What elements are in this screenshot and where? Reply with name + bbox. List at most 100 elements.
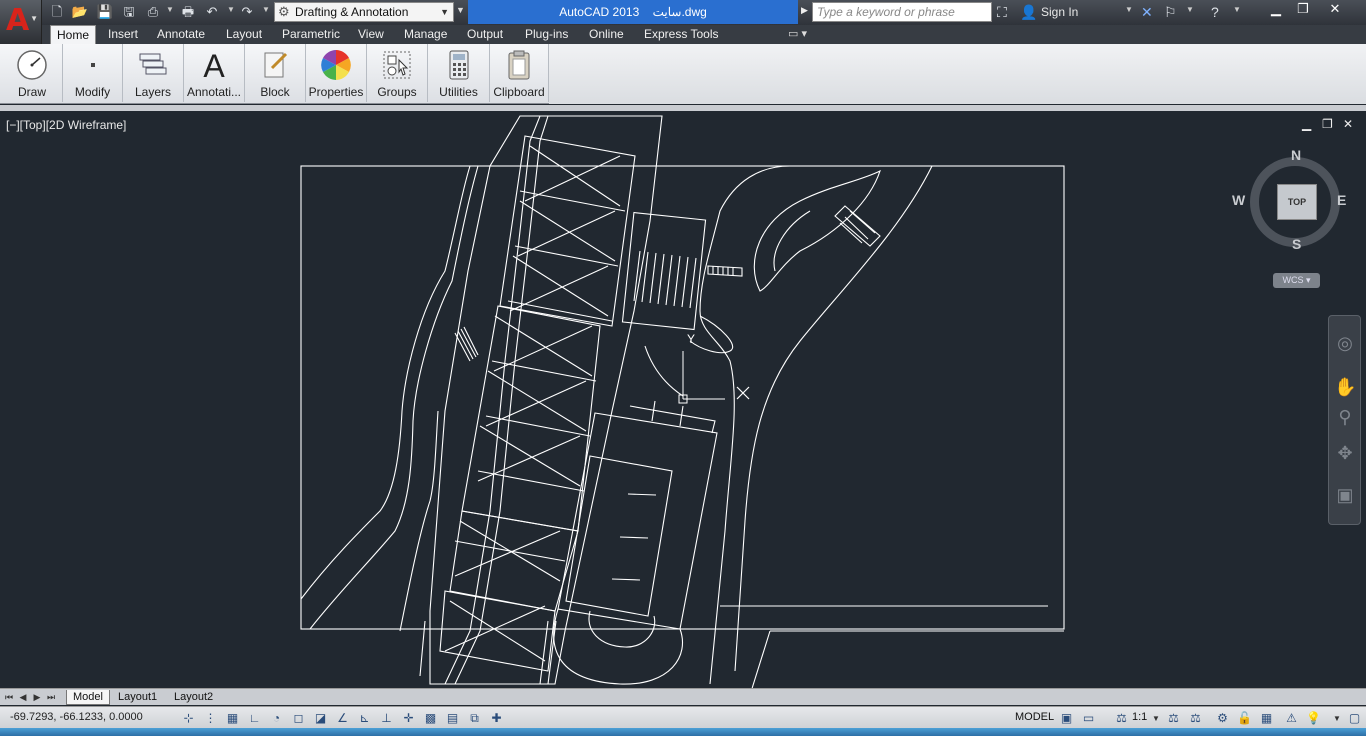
- quick-view-drawings-icon[interactable]: ▭: [1080, 710, 1097, 726]
- panel-properties[interactable]: Properties: [306, 44, 367, 102]
- transparency-icon[interactable]: ▩: [422, 710, 439, 726]
- undo-icon[interactable]: ↶: [203, 4, 221, 20]
- steering-wheel-icon[interactable]: ◎: [1334, 332, 1356, 354]
- autodesk-dropdown-icon[interactable]: ▼: [1186, 5, 1194, 14]
- zoom-icon[interactable]: ⚲: [1334, 406, 1356, 428]
- publish-icon[interactable]: ⎙: [144, 4, 162, 20]
- status-menu-icon[interactable]: ▼: [1333, 714, 1341, 723]
- close-icon[interactable]: ✕: [1321, 0, 1349, 20]
- panel-utilities[interactable]: Utilities: [428, 44, 490, 102]
- dynamic-input-icon[interactable]: ⊥: [378, 710, 395, 726]
- tab-plugins[interactable]: Plug-ins: [519, 25, 574, 44]
- binoculars-icon[interactable]: ⛶: [997, 3, 1007, 21]
- compass-north[interactable]: N: [1291, 147, 1301, 163]
- infer-constraints-icon[interactable]: ⊹: [180, 710, 197, 726]
- autodesk-icon[interactable]: ⚐: [1164, 3, 1177, 21]
- tab-parametric[interactable]: Parametric: [276, 25, 346, 44]
- ortho-mode-icon[interactable]: ∟: [246, 710, 263, 726]
- panel-annotation[interactable]: A Annotati...: [184, 44, 245, 102]
- exchange-icon[interactable]: ✕: [1141, 3, 1153, 21]
- annotation-monitor-icon[interactable]: ✚: [488, 710, 505, 726]
- sign-in-link[interactable]: Sign In: [1041, 4, 1078, 20]
- polar-tracking-icon[interactable]: ◔: [268, 710, 285, 726]
- open-file-icon[interactable]: 📂: [71, 4, 89, 20]
- scale-dropdown-icon[interactable]: ▼: [1152, 714, 1160, 723]
- object-snap-icon[interactable]: ◻: [290, 710, 307, 726]
- tab-layout2[interactable]: Layout2: [168, 690, 219, 705]
- compass-west[interactable]: W: [1232, 192, 1245, 208]
- drawing-area[interactable]: Y [−][Top][2D Wireframe] ▁ ❐ ✕ TOP N S E…: [0, 111, 1366, 688]
- viewcube[interactable]: TOP N S E W: [1232, 147, 1350, 257]
- tab-layout1[interactable]: Layout1: [112, 690, 163, 705]
- workspace-switching-icon[interactable]: ⚙: [1214, 710, 1231, 726]
- sign-in-dropdown-icon[interactable]: ▼: [1125, 5, 1133, 14]
- annotation-scale-value[interactable]: 1:1: [1132, 711, 1147, 723]
- publish-dropdown-icon[interactable]: ▼: [166, 5, 174, 14]
- viewport-restore-icon[interactable]: ❐: [1322, 117, 1333, 131]
- snap-mode-icon[interactable]: ⋮: [202, 710, 219, 726]
- selection-cycling-icon[interactable]: ⧉: [466, 710, 483, 726]
- application-menu-button[interactable]: A ▼: [0, 0, 42, 44]
- showmotion-icon[interactable]: ▣: [1334, 484, 1356, 506]
- panel-draw[interactable]: Draw: [2, 44, 63, 102]
- tab-express-tools[interactable]: Express Tools: [638, 25, 724, 44]
- isolate-objects-icon[interactable]: ⚠: [1283, 710, 1300, 726]
- restore-icon[interactable]: ❐: [1289, 0, 1317, 20]
- viewport-controls-label[interactable]: [−][Top][2D Wireframe]: [6, 118, 126, 132]
- panel-block[interactable]: Block: [245, 44, 306, 102]
- clean-screen-icon[interactable]: ▢: [1346, 710, 1363, 726]
- compass-east[interactable]: E: [1337, 192, 1346, 208]
- model-space-toggle[interactable]: MODEL: [1015, 711, 1054, 723]
- cad-drawing[interactable]: Y: [0, 111, 1366, 688]
- compass-south[interactable]: S: [1292, 236, 1301, 252]
- auto-scale-icon[interactable]: ⚖: [1187, 710, 1204, 726]
- tab-layout[interactable]: Layout: [220, 25, 268, 44]
- qat-customize-icon[interactable]: ▼: [456, 5, 465, 15]
- ribbon-minimize-icon[interactable]: ▭ ▾: [788, 27, 807, 40]
- new-file-icon[interactable]: 🗋: [48, 4, 66, 20]
- viewport-minimize-icon[interactable]: ▁: [1302, 117, 1311, 131]
- tab-home[interactable]: Home: [50, 25, 97, 44]
- redo-icon[interactable]: ↷: [238, 4, 256, 20]
- annotation-visibility-icon[interactable]: ⚖: [1165, 710, 1182, 726]
- lineweight-icon[interactable]: ✛: [400, 710, 417, 726]
- workspace-select[interactable]: ⚙ Drafting & Annotation ▼: [274, 2, 454, 22]
- object-snap-tracking-icon[interactable]: ∠: [334, 710, 351, 726]
- panel-clipboard[interactable]: Clipboard: [490, 44, 549, 102]
- orbit-icon[interactable]: ✥: [1334, 442, 1356, 464]
- search-input[interactable]: [812, 2, 992, 22]
- pan-hand-icon[interactable]: ✋: [1334, 376, 1356, 398]
- undo-dropdown-icon[interactable]: ▼: [227, 5, 235, 14]
- redo-dropdown-icon[interactable]: ▼: [262, 5, 270, 14]
- tab-manage[interactable]: Manage: [398, 25, 453, 44]
- save-as-icon[interactable]: 🖫: [120, 4, 138, 20]
- lock-ui-icon[interactable]: 🔓: [1236, 710, 1253, 726]
- tab-output[interactable]: Output: [461, 25, 509, 44]
- last-tab-icon[interactable]: ⏭: [46, 691, 56, 703]
- 3d-osnap-icon[interactable]: ◪: [312, 710, 329, 726]
- panel-layers[interactable]: Layers: [123, 44, 184, 102]
- next-tab-icon[interactable]: ▶: [32, 691, 42, 703]
- annotation-scale-icon[interactable]: ⚖: [1113, 710, 1130, 726]
- grid-display-icon[interactable]: ▦: [224, 710, 241, 726]
- minimize-icon[interactable]: ▁: [1262, 0, 1290, 20]
- help-dropdown-icon[interactable]: ▼: [1233, 5, 1241, 14]
- save-icon[interactable]: 💾: [96, 4, 114, 20]
- panel-modify[interactable]: Modify: [63, 44, 123, 102]
- coordinate-readout[interactable]: -69.7293, -66.1233, 0.0000: [10, 711, 143, 723]
- quick-properties-icon[interactable]: ▤: [444, 710, 461, 726]
- panel-groups[interactable]: Groups: [367, 44, 428, 102]
- quick-view-layouts-icon[interactable]: ▣: [1058, 710, 1075, 726]
- tab-model[interactable]: Model: [66, 690, 110, 705]
- wcs-menu[interactable]: WCS ▾: [1273, 273, 1320, 288]
- light-bulb-icon[interactable]: 💡: [1305, 710, 1322, 726]
- plot-icon[interactable]: 🖶: [179, 4, 197, 20]
- hardware-acceleration-icon[interactable]: ▦: [1258, 710, 1275, 726]
- dynamic-ucs-icon[interactable]: ⊾: [356, 710, 373, 726]
- first-tab-icon[interactable]: ⏮: [4, 691, 14, 703]
- viewport-close-icon[interactable]: ✕: [1343, 117, 1353, 131]
- tab-view[interactable]: View: [352, 25, 390, 44]
- expand-arrow-icon[interactable]: ▶: [801, 5, 808, 16]
- viewcube-top-face[interactable]: TOP: [1277, 184, 1317, 220]
- help-icon[interactable]: ?: [1211, 3, 1219, 21]
